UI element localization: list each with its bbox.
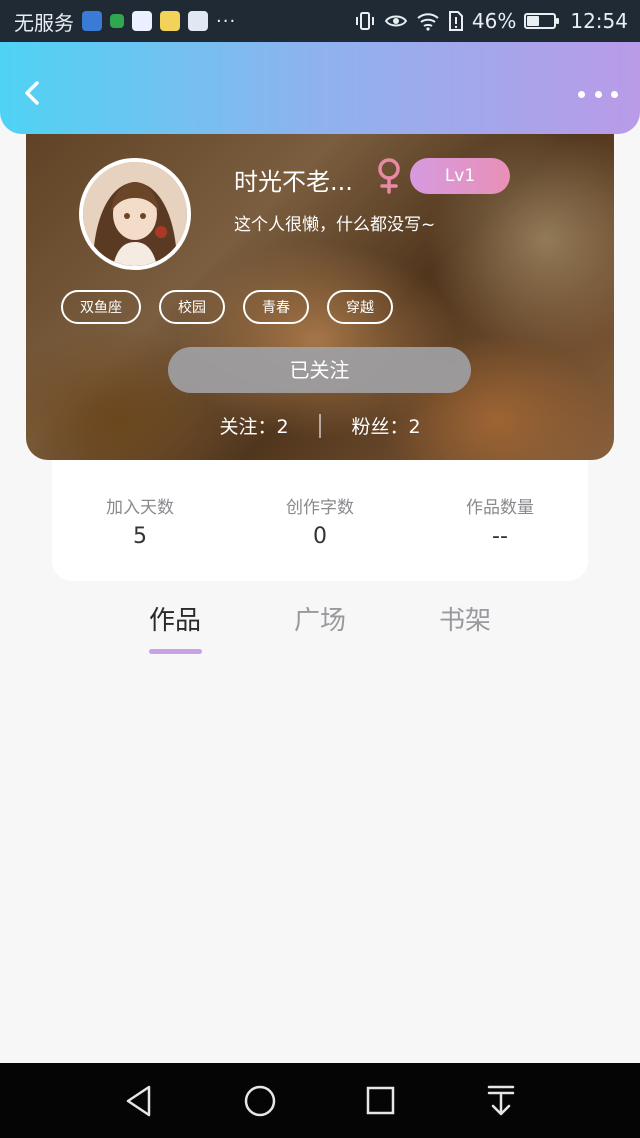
follow-button[interactable]: 已关注	[168, 347, 471, 393]
active-tab-indicator	[149, 649, 202, 654]
battery-fill	[527, 16, 540, 26]
tag-list: 双鱼座 校园 青春 穿越	[61, 290, 393, 324]
status-right: 46% 12:54	[354, 9, 628, 33]
eye-icon	[384, 15, 408, 27]
back-triangle-icon	[126, 1085, 151, 1117]
followers-count[interactable]: 粉丝：2	[321, 412, 451, 439]
level-badge: Lv1	[410, 158, 510, 194]
baidu-app-icon	[132, 11, 152, 31]
shield-app-icon	[82, 11, 102, 31]
chevron-left-icon	[25, 81, 39, 105]
browser-app-icon	[188, 11, 208, 31]
nav-recents-button[interactable]	[360, 1083, 400, 1119]
battery-percent: 46%	[471, 9, 517, 33]
tag-chip[interactable]: 青春	[243, 290, 309, 324]
profile-card: 时光不老... Lv1 这个人很懒，什么都没写~ 双鱼座 校园 青春 穿越 已关…	[26, 120, 614, 460]
follow-counts: 关注：2 粉丝：2	[26, 412, 614, 439]
clock: 12:54	[570, 9, 628, 33]
stat-value: --	[492, 524, 508, 549]
following-count[interactable]: 关注：2	[189, 412, 319, 439]
stat-label: 加入天数	[106, 498, 174, 518]
sim-alert-icon	[448, 11, 463, 31]
back-button[interactable]	[18, 78, 48, 108]
stat-word-count: 创作字数 0	[240, 493, 400, 549]
wifi-icon	[417, 13, 439, 31]
chat-app-icon	[110, 14, 124, 28]
status-left: 无服务 ···	[14, 7, 236, 36]
bio-text: 这个人很懒，什么都没写~	[234, 215, 436, 235]
tab-works[interactable]: 作品	[115, 600, 235, 637]
stat-value: 5	[133, 524, 147, 549]
header-bar	[0, 42, 640, 134]
download-arrow-icon	[487, 1085, 515, 1116]
stat-label: 创作字数	[286, 498, 354, 518]
female-symbol-icon	[378, 158, 400, 194]
system-nav-bar	[0, 1063, 640, 1138]
nav-download-button[interactable]	[481, 1083, 521, 1119]
stat-days-joined: 加入天数 5	[60, 493, 220, 549]
home-circle-icon	[244, 1085, 276, 1117]
username: 时光不老...	[234, 168, 353, 196]
nav-back-button[interactable]	[120, 1083, 160, 1119]
tab-square[interactable]: 广场	[260, 600, 380, 637]
more-dot	[578, 90, 585, 98]
more-dot	[611, 90, 618, 98]
stat-value: 0	[313, 524, 327, 549]
more-notifications-indicator: ···	[216, 10, 237, 32]
status-bar: 无服务 ··· 46% 12:54	[0, 0, 640, 42]
more-button[interactable]	[578, 84, 618, 104]
battery-icon	[524, 13, 560, 29]
stats-card: 加入天数 5 创作字数 0 作品数量 --	[52, 440, 588, 581]
carrier-text: 无服务	[14, 10, 74, 35]
stat-label: 作品数量	[466, 498, 534, 518]
more-dot	[594, 90, 602, 98]
tag-chip[interactable]: 穿越	[327, 290, 393, 324]
nav-home-button[interactable]	[240, 1083, 280, 1119]
tag-chip[interactable]: 双鱼座	[61, 290, 141, 324]
profile-screen: 无服务 ··· 46% 12:54 时光不老... Lv1 这个人很懒，什么都没…	[0, 0, 640, 1138]
avatar[interactable]	[79, 158, 191, 270]
avatar-illustration	[83, 162, 187, 266]
tab-bookshelf[interactable]: 书架	[405, 600, 525, 637]
content-tabs: 作品 广场 书架	[0, 600, 640, 660]
vibrate-icon	[355, 12, 374, 30]
stat-works-count: 作品数量 --	[420, 493, 580, 549]
recents-square-icon	[366, 1086, 395, 1115]
emoji-app-icon	[160, 11, 180, 31]
tag-chip[interactable]: 校园	[159, 290, 225, 324]
